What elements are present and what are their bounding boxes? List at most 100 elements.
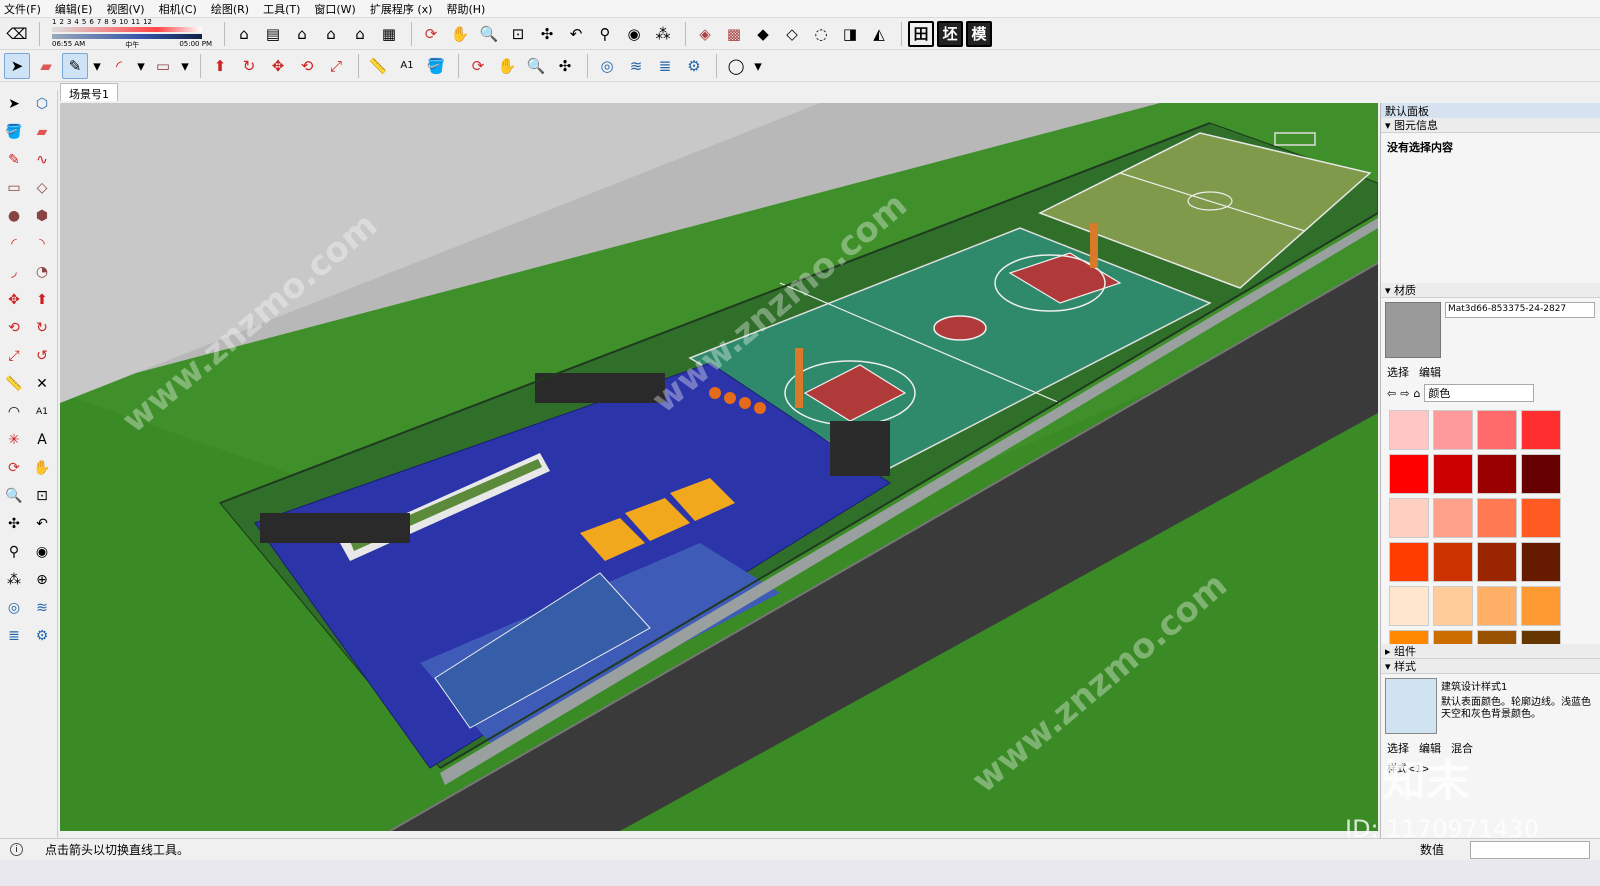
- follow-me-icon[interactable]: ↻: [236, 53, 262, 79]
- paint-bucket-icon[interactable]: 🪣: [2, 120, 26, 144]
- plugin-button-1[interactable]: 田: [908, 20, 934, 47]
- color-swatch[interactable]: [1433, 498, 1473, 538]
- menu-item[interactable]: 视图(V): [106, 1, 144, 17]
- dimension-icon[interactable]: ✕: [30, 372, 54, 396]
- extension-warehouse-icon[interactable]: ⚙: [681, 53, 707, 79]
- menu-item[interactable]: 扩展程序 (x): [370, 1, 433, 17]
- color-swatch[interactable]: [1389, 630, 1429, 644]
- section-plane-icon[interactable]: ⊕: [30, 568, 54, 592]
- tape-measure-icon[interactable]: 📏: [2, 372, 26, 396]
- zoom-window-icon[interactable]: ⊡: [505, 21, 531, 47]
- color-swatch[interactable]: [1477, 542, 1517, 582]
- scale-icon[interactable]: ⤢: [2, 344, 26, 368]
- position-camera-icon[interactable]: ⚲: [2, 540, 26, 564]
- color-swatch[interactable]: [1389, 542, 1429, 582]
- rotate-icon[interactable]: ⟲: [294, 53, 320, 79]
- color-swatch[interactable]: [1521, 454, 1561, 494]
- color-swatch[interactable]: [1477, 586, 1517, 626]
- walk-icon[interactable]: ⁂: [650, 21, 676, 47]
- two-point-arc-icon[interactable]: ◝: [30, 232, 54, 256]
- shadow-settings[interactable]: 1 2 3 4 5 6 7 8 9 10 11 12 06:55 AM 中午 05:00 PM: [52, 18, 212, 50]
- back-view-icon[interactable]: ⌂: [347, 21, 373, 47]
- front-view-icon[interactable]: ⌂: [289, 21, 315, 47]
- sandbox-stamp-icon[interactable]: ◆: [750, 21, 776, 47]
- line-dropdown-icon[interactable]: ▾: [91, 53, 103, 79]
- rotated-rectangle-icon[interactable]: ◇: [30, 176, 54, 200]
- color-swatch[interactable]: [1521, 630, 1561, 644]
- sandbox-smoove-icon[interactable]: ◈: [692, 21, 718, 47]
- iso-view-icon[interactable]: ⌂: [231, 21, 257, 47]
- forward-arrow-icon[interactable]: ⇨: [1400, 387, 1409, 400]
- orbit-icon[interactable]: ⟳: [2, 456, 26, 480]
- menu-item[interactable]: 相机(C): [159, 1, 197, 17]
- color-swatch[interactable]: [1389, 498, 1429, 538]
- rectangle-icon[interactable]: ▭: [150, 53, 176, 79]
- zoom-extents-icon[interactable]: ✣: [534, 21, 560, 47]
- right-view-icon[interactable]: ⌂: [318, 21, 344, 47]
- menu-item[interactable]: 窗口(W): [314, 1, 355, 17]
- color-swatch[interactable]: [1477, 630, 1517, 644]
- measurements-box[interactable]: [1470, 841, 1590, 859]
- help-icon[interactable]: i: [10, 843, 23, 856]
- left-view-icon[interactable]: ▦: [376, 21, 402, 47]
- sandbox-grid-icon[interactable]: ▩: [721, 21, 747, 47]
- home-icon[interactable]: ⌂: [1413, 387, 1420, 400]
- scene-tab[interactable]: 场景号1: [60, 83, 118, 101]
- previous-view-icon[interactable]: ↶: [30, 512, 54, 536]
- look-around-icon[interactable]: ◉: [621, 21, 647, 47]
- color-swatch[interactable]: [1389, 454, 1429, 494]
- color-swatch[interactable]: [1521, 498, 1561, 538]
- menu-item[interactable]: 绘图(R): [211, 1, 249, 17]
- top-view-icon[interactable]: ▤: [260, 21, 286, 47]
- plugin-button-3[interactable]: 模: [966, 20, 992, 47]
- look-around-icon[interactable]: ◉: [30, 540, 54, 564]
- color-swatch[interactable]: [1433, 630, 1473, 644]
- axes-icon[interactable]: ✳: [2, 428, 26, 452]
- push-pull-icon[interactable]: ⬆: [207, 53, 233, 79]
- material-name-field[interactable]: Mat3d66-853375-24-2827: [1445, 302, 1595, 318]
- eraser-icon[interactable]: ▰: [33, 53, 59, 79]
- color-swatch[interactable]: [1521, 586, 1561, 626]
- previous-view-icon[interactable]: ↶: [563, 21, 589, 47]
- zoom-extents-icon[interactable]: ✣: [2, 512, 26, 536]
- arc-dropdown-icon[interactable]: ▾: [135, 53, 147, 79]
- material-tab-select[interactable]: 选择: [1387, 364, 1409, 380]
- materials-header[interactable]: ▾ 材质: [1381, 283, 1600, 298]
- line-icon[interactable]: ✎: [2, 148, 26, 172]
- orbit-icon[interactable]: ⟳: [418, 21, 444, 47]
- account-icon[interactable]: ◯: [723, 53, 749, 79]
- menu-item[interactable]: 工具(T): [263, 1, 300, 17]
- line-icon[interactable]: ✎: [62, 52, 88, 79]
- move-icon[interactable]: ✥: [2, 288, 26, 312]
- rotate-icon[interactable]: ⟲: [2, 316, 26, 340]
- move-icon[interactable]: ✥: [265, 53, 291, 79]
- menu-item[interactable]: 编辑(E): [55, 1, 93, 17]
- rectangle-icon[interactable]: ▭: [2, 176, 26, 200]
- position-camera-icon[interactable]: ⚲: [592, 21, 618, 47]
- polygon-icon[interactable]: ⬢: [30, 204, 54, 228]
- select-icon[interactable]: ➤: [4, 52, 30, 79]
- sandbox-from-contours-icon[interactable]: ◭: [866, 21, 892, 47]
- eraser-icon[interactable]: ▰: [30, 120, 54, 144]
- protractor-icon[interactable]: ◠: [2, 400, 26, 424]
- offset-icon[interactable]: ↺: [30, 344, 54, 368]
- extension-warehouse-icon[interactable]: ⚙: [30, 624, 54, 648]
- pan-icon[interactable]: ✋: [447, 21, 473, 47]
- color-swatch[interactable]: [1433, 410, 1473, 450]
- material-library-select[interactable]: 颜色: [1424, 384, 1535, 402]
- orbit-icon[interactable]: ⟳: [465, 53, 491, 79]
- components-header[interactable]: ▸ 组件: [1381, 644, 1600, 659]
- scale-icon[interactable]: ⤢: [323, 53, 349, 79]
- plugin-button-2[interactable]: 坯: [937, 20, 963, 47]
- arc-icon[interactable]: ◜: [2, 232, 26, 256]
- account-dropdown-icon[interactable]: ▾: [752, 53, 764, 79]
- color-swatch[interactable]: [1433, 542, 1473, 582]
- zoom-window-icon[interactable]: ⊡: [30, 484, 54, 508]
- color-swatch[interactable]: [1389, 586, 1429, 626]
- date-slider[interactable]: [52, 26, 202, 32]
- color-swatch[interactable]: [1389, 410, 1429, 450]
- select-icon[interactable]: ➤: [2, 92, 26, 116]
- three-point-arc-icon[interactable]: ◞: [2, 260, 26, 284]
- color-swatch[interactable]: [1433, 454, 1473, 494]
- zoom-icon[interactable]: 🔍: [476, 21, 502, 47]
